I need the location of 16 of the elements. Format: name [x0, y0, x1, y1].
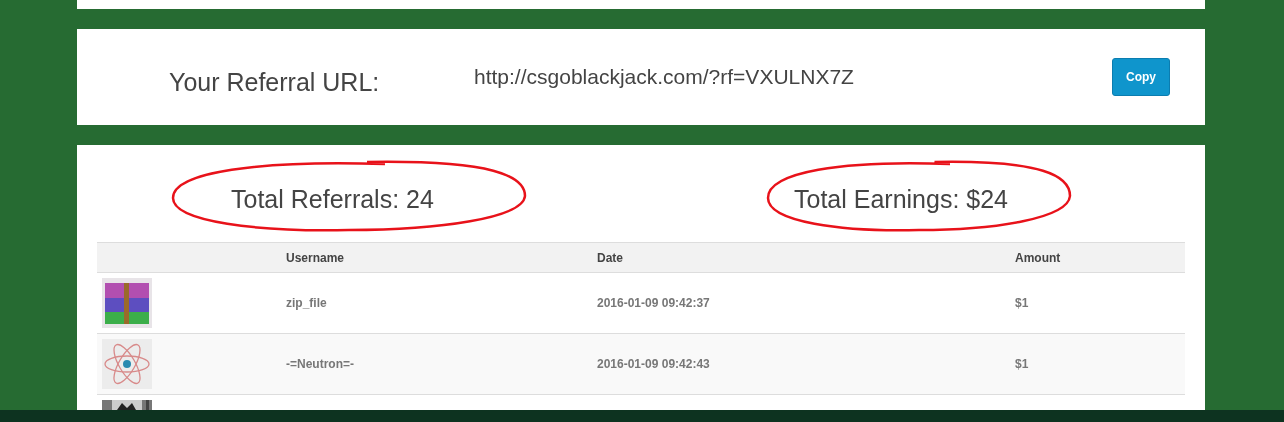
column-header: Username: [285, 242, 596, 273]
column-header: Date: [596, 242, 1014, 273]
atom-icon: [102, 339, 152, 389]
table-cell: 2016-01-09 09:42:43: [597, 357, 710, 371]
copy-button[interactable]: Copy: [1112, 58, 1170, 96]
stat-label: Total Referrals: 24: [231, 185, 434, 213]
stat-label: Total Earnings: $24: [794, 185, 1009, 213]
referral-label: Your Referral URL:: [169, 67, 381, 99]
table-cell: $1: [1015, 296, 1029, 310]
archive-icon: [102, 278, 152, 328]
table-cell: 2016-01-09 09:42:37: [597, 296, 710, 310]
column-header: Amount: [1014, 242, 1185, 273]
table-cell: $1: [1015, 357, 1029, 371]
referral-url: http://csgoblackjack.com/?rf=VXULNX7Z: [474, 64, 855, 91]
table-cell: zip_file: [286, 296, 327, 310]
table-cell: -=Neutron=-: [286, 357, 354, 371]
